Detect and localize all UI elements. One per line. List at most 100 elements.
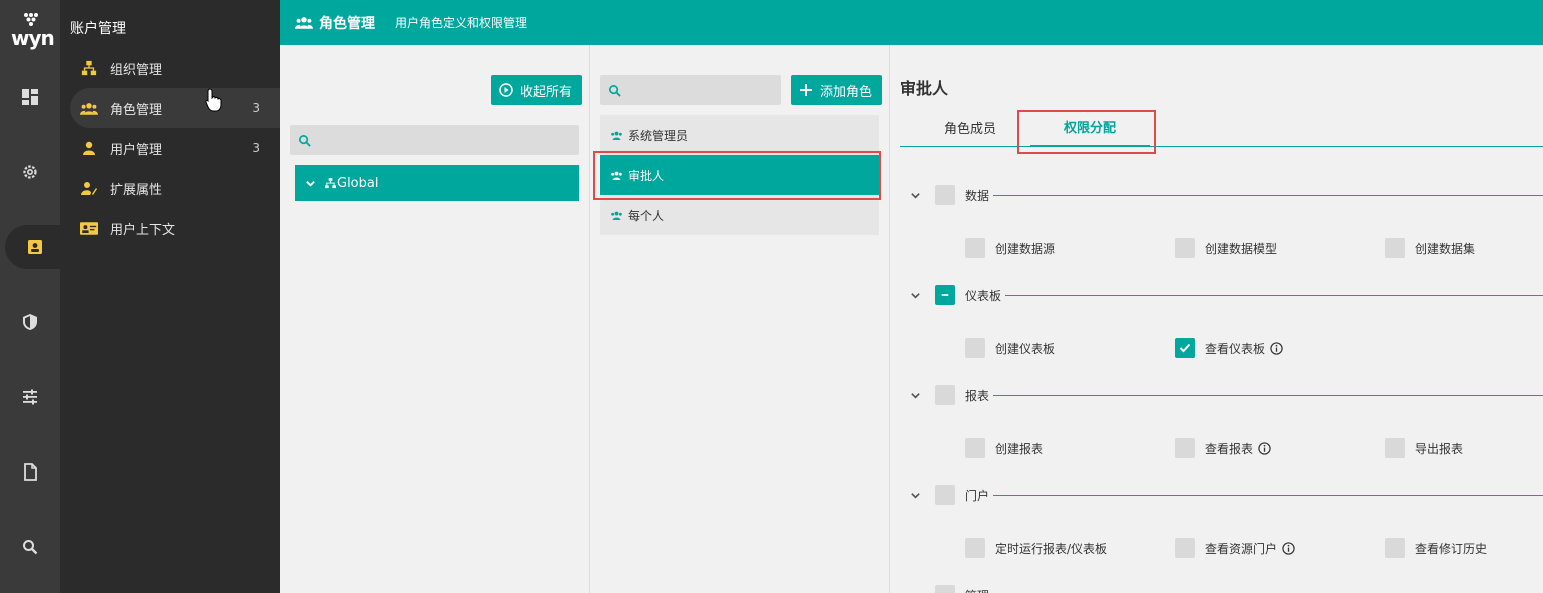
perm-group-portal: 门户	[910, 484, 1543, 506]
perm-item[interactable]: 导出报表	[1385, 438, 1463, 458]
logo-dots-icon	[24, 13, 38, 26]
rail-settings-button[interactable]	[0, 150, 60, 194]
perm-item[interactable]: 创建数据集	[1385, 238, 1475, 258]
group-icon	[610, 210, 624, 220]
group-divider	[993, 494, 1543, 496]
gear-icon	[23, 165, 37, 179]
collapse-all-label: 收起所有	[520, 84, 573, 100]
rail-dashboard-button[interactable]	[0, 75, 60, 119]
role-item-admin[interactable]: 系统管理员	[600, 115, 879, 155]
role-panel: 添加角色 系统管理员 审批人 每个人	[590, 45, 890, 593]
org-tree-icon	[325, 177, 337, 189]
info-icon[interactable]	[1282, 541, 1295, 555]
perm-checkbox[interactable]	[1385, 438, 1405, 458]
group-divider	[993, 394, 1543, 396]
rail-security-button[interactable]	[0, 300, 60, 344]
perm-item[interactable]: 查看资源门户	[1175, 538, 1295, 558]
organization-panel: 收起所有 Global	[280, 45, 590, 593]
chevron-down-icon[interactable]	[305, 177, 317, 189]
perm-item[interactable]: 查看报表	[1175, 438, 1271, 458]
perm-checkbox[interactable]	[1175, 238, 1195, 258]
page-header: 角色管理 用户角色定义和权限管理	[280, 0, 1543, 45]
tab-role-members[interactable]: 角色成员	[920, 107, 1020, 147]
perm-item[interactable]: 创建仪表板	[965, 338, 1055, 358]
highlight-box	[593, 151, 881, 200]
perm-item[interactable]: 查看仪表板	[1175, 338, 1283, 358]
perm-checkbox[interactable]	[965, 438, 985, 458]
highlight-box	[1017, 110, 1156, 154]
perm-group-admin: 管理	[910, 584, 1543, 593]
sidebar-item-label: 用户管理	[110, 142, 163, 158]
dashboard-icon	[22, 89, 38, 105]
perm-item[interactable]: 创建数据源	[965, 238, 1055, 258]
collapse-all-button[interactable]: 收起所有	[491, 75, 583, 105]
perm-checkbox[interactable]	[1385, 238, 1405, 258]
logo-text: wyn	[11, 26, 55, 50]
org-search-input[interactable]	[290, 125, 579, 155]
group-icon	[295, 13, 315, 33]
sidebar-item-count: 3	[252, 141, 260, 155]
chevron-down-icon[interactable]	[910, 489, 922, 501]
perm-checkbox[interactable]	[1175, 438, 1195, 458]
plus-icon	[800, 84, 812, 96]
tree-node-label: Global	[337, 175, 379, 191]
rail-search-button[interactable]	[0, 525, 60, 569]
group-checkbox[interactable]	[935, 185, 955, 205]
rail-document-button[interactable]	[0, 450, 60, 494]
group-icon	[610, 130, 624, 140]
perm-item[interactable]: 创建报表	[965, 438, 1043, 458]
perm-checkbox[interactable]	[965, 238, 985, 258]
document-icon	[24, 463, 37, 481]
add-role-button[interactable]: 添加角色	[791, 75, 883, 105]
perm-label: 创建数据集	[1415, 241, 1476, 256]
perm-group-report: 报表	[910, 384, 1543, 406]
chevron-down-icon[interactable]	[910, 389, 922, 401]
rail-sliders-button[interactable]	[0, 375, 60, 419]
icon-rail: wyn	[0, 0, 65, 593]
group-label: 门户	[965, 488, 990, 503]
group-divider	[993, 194, 1543, 196]
sidebar-item-users[interactable]: 用户管理 3	[70, 128, 280, 168]
sidebar-item-label: 用户上下文	[110, 222, 176, 238]
group-checkbox[interactable]	[935, 385, 955, 405]
perm-checkbox-checked[interactable]	[1175, 338, 1195, 358]
sidebar-item-label: 角色管理	[110, 102, 163, 118]
perm-checkbox[interactable]	[1385, 538, 1405, 558]
perm-label: 创建数据源	[995, 241, 1056, 256]
perm-checkbox[interactable]	[1175, 538, 1195, 558]
group-icon	[80, 99, 98, 117]
sidebar-item-user-context[interactable]: 用户上下文	[70, 208, 280, 248]
sidebar-item-organization[interactable]: 组织管理	[70, 48, 280, 88]
chevron-down-icon[interactable]	[910, 289, 922, 301]
perm-checkbox[interactable]	[965, 538, 985, 558]
sidebar-item-extended-attributes[interactable]: 扩展属性	[70, 168, 280, 208]
user-edit-icon	[80, 179, 98, 197]
tree-node-global[interactable]: Global	[295, 165, 579, 201]
group-label: 仪表板	[965, 288, 1002, 303]
group-label: 数据	[965, 188, 990, 203]
info-icon[interactable]	[1270, 341, 1283, 355]
group-checkbox[interactable]	[935, 585, 955, 593]
chevron-down-icon[interactable]	[910, 189, 922, 201]
perm-checkbox[interactable]	[965, 338, 985, 358]
wyn-logo[interactable]: wyn	[9, 12, 55, 50]
sliders-icon	[23, 389, 37, 405]
perm-item[interactable]: 查看修订历史	[1385, 538, 1487, 558]
perm-item[interactable]: 定时运行报表/仪表板	[965, 538, 1107, 558]
sidebar-item-label: 组织管理	[110, 62, 163, 78]
rail-account-button[interactable]	[5, 225, 65, 269]
chevron-down-icon[interactable]	[910, 589, 922, 593]
perm-item[interactable]: 创建数据模型	[1175, 238, 1277, 258]
page-subtitle: 用户角色定义和权限管理	[395, 16, 528, 30]
sidebar-item-roles[interactable]: 角色管理 3	[70, 88, 280, 128]
group-checkbox-partial[interactable]	[935, 285, 955, 305]
role-item-label: 系统管理员	[628, 128, 689, 143]
info-icon[interactable]	[1258, 441, 1271, 455]
group-checkbox[interactable]	[935, 485, 955, 505]
check-icon	[1179, 343, 1191, 353]
role-search-input[interactable]	[600, 75, 781, 105]
add-role-label: 添加角色	[820, 84, 873, 100]
role-detail-title: 审批人	[900, 79, 949, 98]
role-item-everyone[interactable]: 每个人	[600, 195, 879, 235]
detail-tabs: 角色成员 权限分配	[900, 107, 1543, 147]
